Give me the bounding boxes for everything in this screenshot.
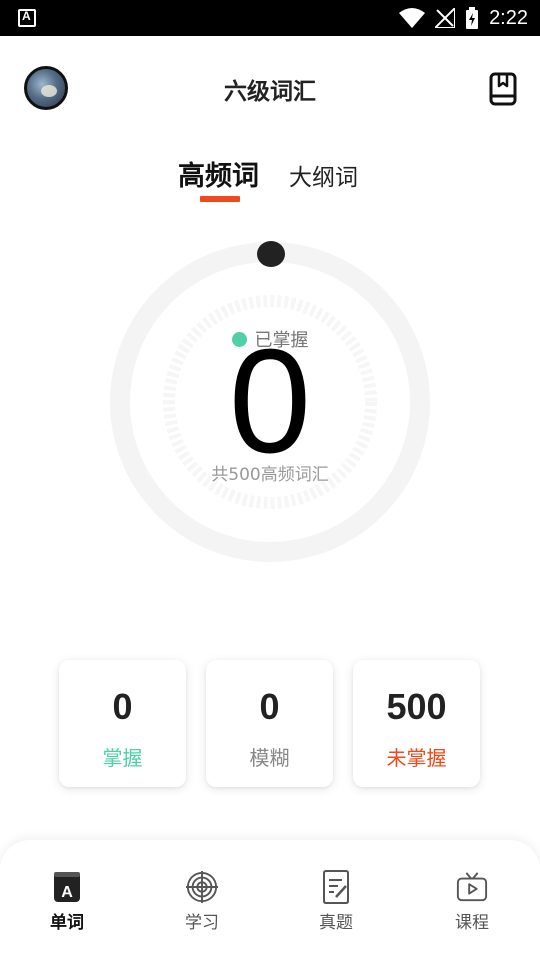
nav-label: 单词 [50, 913, 84, 933]
tab-syllabus[interactable]: 大纲词 [289, 158, 358, 192]
page-title: 六级词汇 [224, 79, 316, 105]
nav-item-words[interactable]: A 单词 [27, 870, 107, 933]
stat-card-not-mastered[interactable]: 500 未掌握 [353, 660, 480, 787]
nav-item-courses[interactable]: 课程 [432, 870, 512, 933]
stat-card-fuzzy[interactable]: 0 模糊 [206, 660, 333, 787]
svg-text:A: A [61, 884, 73, 901]
nav-item-study[interactable]: 学习 [162, 870, 242, 933]
battery-icon [465, 7, 479, 29]
no-signal-icon [435, 8, 456, 28]
bottom-nav: A 单词 学习 真题 课程 [0, 840, 540, 960]
status-bar: 2:22 [0, 0, 540, 36]
word-type-tabs: 高频词 大纲词 [0, 150, 540, 210]
tab-high-frequency[interactable]: 高频词 [178, 154, 259, 193]
wifi-icon [399, 8, 426, 28]
stat-value: 0 [259, 686, 280, 727]
stat-value: 500 [386, 686, 447, 727]
mastered-count: 0 [228, 319, 312, 484]
stat-value: 0 [112, 686, 133, 727]
status-icons: 2:22 [399, 0, 528, 36]
stat-label: 模糊 [249, 746, 290, 770]
exam-paper-icon [323, 870, 349, 904]
stats-cards: 0 掌握 0 模糊 500 未掌握 [0, 660, 540, 790]
accessibility-icon [18, 9, 36, 27]
active-tab-indicator [200, 196, 240, 202]
dictionary-icon: A [54, 872, 80, 902]
app-header: 六级词汇 [0, 36, 540, 140]
nav-label: 学习 [185, 913, 219, 933]
nav-label: 课程 [455, 913, 489, 933]
progress-ring: 已掌握 0 共500高频词汇 [108, 240, 432, 564]
nav-item-past-exams[interactable]: 真题 [296, 870, 376, 933]
stat-label: 未掌握 [386, 746, 447, 770]
tv-icon [456, 872, 488, 902]
stat-card-mastered[interactable]: 0 掌握 [59, 660, 186, 787]
nav-label: 真题 [319, 913, 353, 933]
book-icon [489, 72, 517, 106]
target-icon [186, 871, 218, 903]
status-time: 2:22 [489, 6, 528, 29]
progress-knob [257, 241, 285, 267]
vocabulary-book-button[interactable] [488, 72, 518, 106]
total-words-label: 共500高频词汇 [211, 465, 329, 485]
stat-label: 掌握 [102, 746, 143, 770]
